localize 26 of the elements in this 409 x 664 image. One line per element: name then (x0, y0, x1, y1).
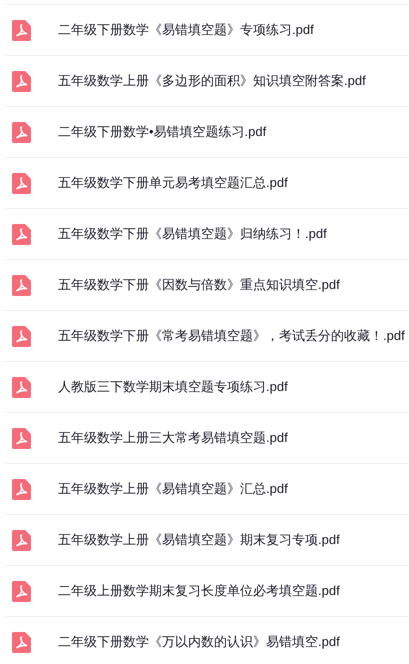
file-name[interactable]: 五年级数学上册《多边形的面积》知识填空附答案.pdf (58, 71, 366, 91)
file-name[interactable]: 五年级数学下册《常考易错填空题》，考试丢分的收藏！.pdf (58, 326, 405, 346)
file-name[interactable]: 五年级数学上册《易错填空题》汇总.pdf (58, 479, 288, 499)
pdf-file-icon (12, 326, 31, 346)
file-name[interactable]: 二年级上册数学期末复习长度单位必考填空题.pdf (58, 581, 340, 601)
pdf-file-icon (12, 376, 31, 398)
pdf-file-icon (12, 530, 31, 550)
pdf-file-icon (12, 274, 31, 296)
pdf-file-icon (12, 122, 31, 142)
pdf-file-icon (12, 478, 31, 500)
pdf-file-icon (12, 580, 31, 602)
file-name[interactable]: 人教版三下数学期末填空题专项练习.pdf (58, 377, 288, 397)
file-name[interactable]: 五年级数学上册三大常考易错填空题.pdf (58, 428, 288, 448)
file-name[interactable]: 五年级数学上册《易错填空题》期末复习专项.pdf (58, 530, 340, 550)
pdf-file-icon (12, 20, 31, 40)
pdf-file-icon (12, 632, 31, 652)
pdf-file-icon (12, 172, 31, 194)
file-name[interactable]: 二年级下册数学《万以内数的认识》易错填空.pdf (58, 632, 340, 652)
file-name[interactable]: 二年级下册数学《易错填空题》专项练习.pdf (58, 20, 314, 40)
pdf-file-icon (12, 70, 31, 92)
file-name[interactable]: 五年级数学下册《易错填空题》归纳练习！.pdf (58, 224, 327, 244)
pdf-file-icon (12, 224, 31, 244)
file-name[interactable]: 五年级数学下册《因数与倍数》重点知识填空.pdf (58, 275, 340, 295)
file-name[interactable]: 二年级下册数学•易错填空题练习.pdf (58, 122, 266, 142)
pdf-file-icon (12, 428, 31, 448)
file-name[interactable]: 五年级数学下册单元易考填空题汇总.pdf (58, 173, 288, 193)
